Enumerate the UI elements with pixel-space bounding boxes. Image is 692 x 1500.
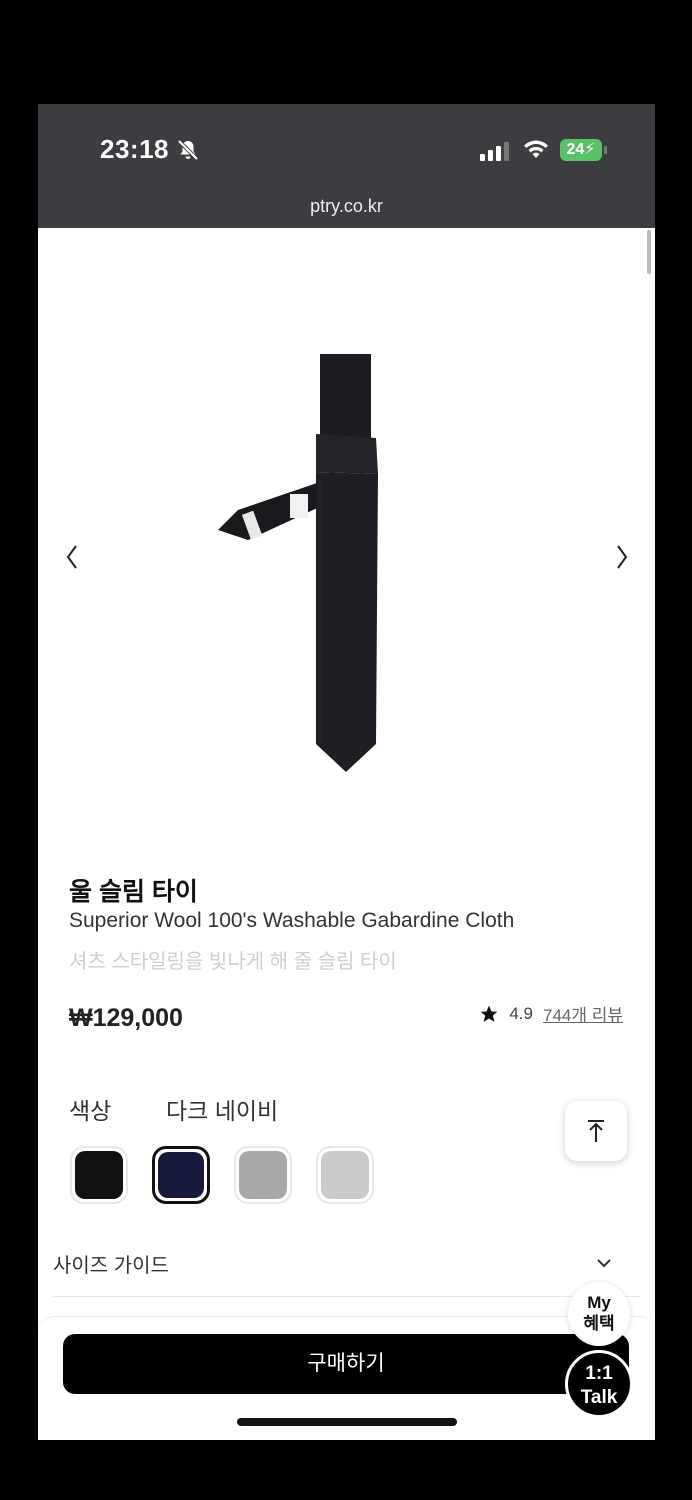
home-indicator[interactable]: [237, 1418, 457, 1426]
color-swatch-light-gray[interactable]: [316, 1146, 374, 1204]
size-guide-toggle[interactable]: 사이즈 가이드: [53, 1249, 169, 1278]
phone-screen: 23:18 24⚡ ptry.co.kr 울 슬림 타이 Superior Wo…: [38, 104, 655, 1440]
wifi-icon: [524, 140, 548, 158]
status-bar: 23:18 24⚡ ptry.co.kr: [38, 104, 655, 228]
divider: [53, 1296, 640, 1297]
rating-value: 4.9: [509, 1003, 533, 1023]
color-swatch-black[interactable]: [70, 1146, 128, 1204]
product-image-tie[interactable]: [208, 344, 488, 774]
arrow-up-icon: [588, 1120, 604, 1142]
selected-color-name: 다크 네이비: [166, 1098, 279, 1124]
battery-cap: [604, 146, 607, 154]
gallery-prev-button[interactable]: [60, 544, 84, 578]
product-subtitle: Superior Wool 100's Washable Gabardine C…: [69, 909, 515, 932]
star-icon: [481, 1005, 498, 1022]
scroll-to-top-button[interactable]: [565, 1101, 627, 1161]
chevron-right-icon: [617, 545, 628, 569]
chevron-left-icon: [66, 545, 77, 569]
talk-chat-button[interactable]: 1:1 Talk: [565, 1350, 633, 1418]
buy-button[interactable]: 구매하기: [63, 1334, 629, 1394]
my-benefit-button[interactable]: My 혜택: [568, 1282, 630, 1346]
color-label: 색상: [69, 1098, 112, 1124]
review-link[interactable]: 744개 리뷰: [543, 1001, 623, 1026]
color-swatch-dark-navy[interactable]: [152, 1146, 210, 1204]
color-swatch-gray[interactable]: [234, 1146, 292, 1204]
battery-level: 24: [566, 141, 585, 158]
my-benefit-label-1: My: [587, 1293, 611, 1312]
status-time: 23:18: [100, 134, 169, 164]
url-bar[interactable]: ptry.co.kr: [38, 196, 655, 217]
product-description: 셔츠 스타일링을 빛나게 해 줄 슬림 타이: [69, 951, 397, 973]
rating-row: 4.9 744개 리뷰: [479, 1001, 623, 1026]
chevron-down-icon[interactable]: [594, 1253, 614, 1273]
bell-muted-icon: [177, 139, 199, 161]
talk-label-2: Talk: [580, 1387, 618, 1408]
talk-label-1: 1:1: [585, 1363, 613, 1384]
product-title: 울 슬림 타이: [69, 878, 198, 906]
battery-indicator: 24⚡: [560, 139, 602, 161]
scrollbar[interactable]: [647, 230, 651, 274]
product-price: ₩129,000: [69, 1004, 183, 1032]
gallery-next-button[interactable]: [610, 544, 634, 578]
my-benefit-label-2: 혜택: [583, 1314, 615, 1333]
signal-icon: [480, 142, 509, 161]
